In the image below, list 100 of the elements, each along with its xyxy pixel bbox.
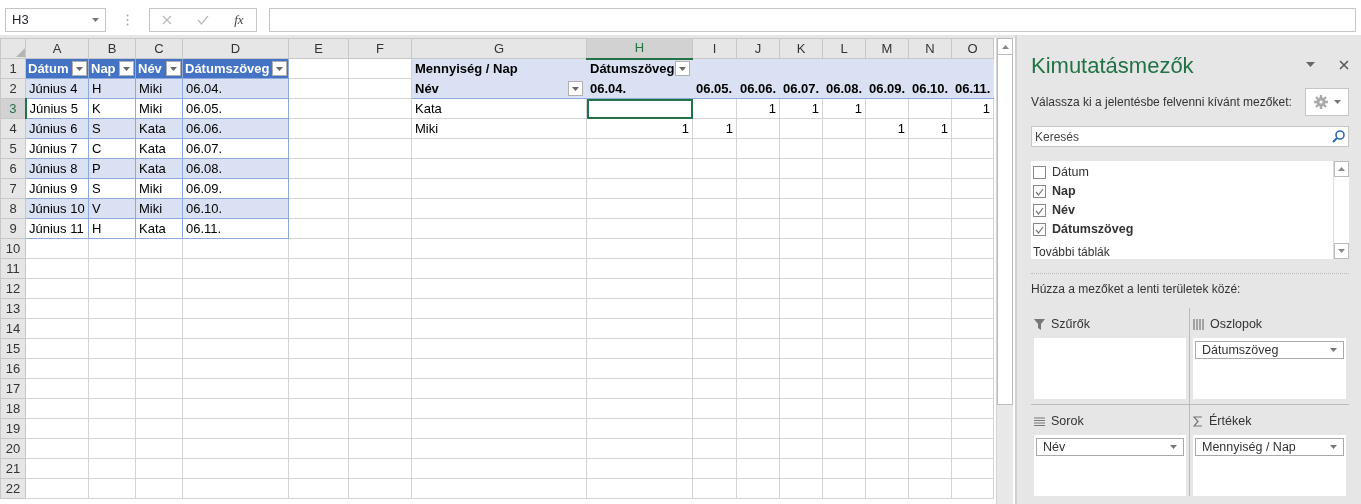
column-header[interactable]: B: [88, 38, 136, 59]
filter-button[interactable]: [674, 61, 690, 77]
search-field[interactable]: Keresés: [1031, 126, 1349, 147]
check-icon: [1035, 225, 1044, 234]
row-header[interactable]: 2: [0, 78, 26, 99]
pivot-value-cell: 1: [692, 118, 737, 139]
column-header[interactable]: J: [736, 38, 780, 59]
column-header[interactable]: F: [348, 38, 412, 59]
table-cell: C: [88, 138, 136, 159]
pivot-value-cell: 1: [822, 98, 866, 119]
check-icon: [1035, 206, 1044, 215]
row-header[interactable]: 19: [0, 418, 26, 439]
pivot-value-cell: 1: [865, 118, 909, 139]
filter-button[interactable]: [119, 61, 134, 76]
caret-icon: [170, 66, 177, 71]
field-dropdown[interactable]: Dátumszöveg: [1195, 341, 1344, 359]
list-scrollbar[interactable]: [1333, 161, 1349, 259]
caret-icon: [572, 86, 579, 91]
column-header[interactable]: N: [908, 38, 952, 59]
drop-area[interactable]: Dátumszöveg: [1193, 338, 1346, 399]
scroll-down-icon[interactable]: [1338, 249, 1345, 253]
column-header[interactable]: I: [692, 38, 737, 59]
column-header[interactable]: O: [951, 38, 994, 59]
table-cell: Június 9: [25, 178, 89, 199]
field-label[interactable]: Dátumszöveg: [1052, 220, 1134, 239]
column-header[interactable]: C: [135, 38, 183, 59]
table-cell: Június 11: [25, 218, 89, 239]
field-dropdown[interactable]: Mennyiség / Nap: [1195, 438, 1344, 456]
rows-icon: [1034, 416, 1045, 426]
close-icon[interactable]: [1339, 59, 1349, 70]
row-header[interactable]: 8: [0, 198, 26, 219]
drop-area[interactable]: Mennyiség / Nap: [1193, 435, 1346, 496]
filter-button[interactable]: [72, 61, 87, 76]
row-header[interactable]: 10: [0, 238, 26, 259]
pivot-value-cell: 1: [908, 118, 952, 139]
column-header[interactable]: E: [288, 38, 349, 59]
settings-button[interactable]: [1305, 88, 1349, 116]
column-header[interactable]: H: [586, 38, 693, 59]
field-label[interactable]: Dátum: [1052, 163, 1089, 182]
pivot-row-label: Miki: [411, 118, 587, 139]
column-header[interactable]: K: [779, 38, 823, 59]
row-header[interactable]: 22: [0, 478, 26, 499]
settings-icon: [1313, 95, 1328, 109]
scroll-up-icon[interactable]: [1338, 167, 1345, 171]
row-header[interactable]: 21: [0, 458, 26, 479]
checkbox[interactable]: [1033, 166, 1046, 179]
name-box[interactable]: H3: [5, 7, 106, 32]
field-label[interactable]: Nap: [1052, 182, 1076, 201]
drop-area[interactable]: Név: [1034, 435, 1186, 496]
checkbox[interactable]: [1033, 204, 1046, 217]
columns-icon: [1193, 318, 1204, 330]
column-header[interactable]: M: [865, 38, 909, 59]
row-header[interactable]: 1: [0, 58, 26, 79]
column-header[interactable]: D: [182, 38, 289, 59]
table-cell: 06.05.: [182, 98, 289, 119]
field-label[interactable]: Név: [1052, 201, 1075, 220]
column-header[interactable]: G: [411, 38, 587, 59]
row-header[interactable]: 11: [0, 258, 26, 279]
vertical-scrollbar[interactable]: [996, 38, 1013, 504]
row-header[interactable]: 15: [0, 338, 26, 359]
pivot-value-cell: 1: [736, 98, 780, 119]
column-header[interactable]: A: [25, 38, 89, 59]
caret-icon: [1170, 445, 1177, 449]
filter-button[interactable]: [272, 61, 287, 76]
row-header[interactable]: 20: [0, 438, 26, 459]
row-header[interactable]: 16: [0, 358, 26, 379]
area-label: Oszlopok: [1210, 315, 1263, 333]
row-header[interactable]: 3: [0, 98, 26, 119]
scroll-up-icon[interactable]: [1001, 44, 1009, 49]
row-header[interactable]: 7: [0, 178, 26, 199]
pivot-row-label: Kata: [411, 98, 587, 119]
row-header[interactable]: 17: [0, 378, 26, 399]
filter-button[interactable]: [568, 81, 583, 96]
pivot-value-cell: 1: [586, 118, 693, 139]
row-header[interactable]: 4: [0, 118, 26, 139]
column-header[interactable]: L: [822, 38, 866, 59]
insert-function-button[interactable]: fx: [234, 9, 244, 30]
sigma-icon: [1193, 415, 1203, 427]
area-label: Sorok: [1051, 412, 1084, 430]
row-header[interactable]: 5: [0, 138, 26, 159]
more-tables-link[interactable]: További táblák: [1033, 243, 1331, 261]
field-dropdown[interactable]: Név: [1036, 438, 1184, 456]
caret-icon: [76, 66, 83, 71]
row-header[interactable]: 13: [0, 298, 26, 319]
table-cell: 06.11.: [182, 218, 289, 239]
row-header[interactable]: 18: [0, 398, 26, 419]
table-cell: S: [88, 178, 136, 199]
header-label: Név: [415, 79, 439, 98]
table-cell: Június 7: [25, 138, 89, 159]
filter-button[interactable]: [166, 61, 181, 76]
row-header[interactable]: 6: [0, 158, 26, 179]
row-header[interactable]: 12: [0, 278, 26, 299]
row-header[interactable]: 9: [0, 218, 26, 239]
checkbox[interactable]: [1033, 223, 1046, 236]
caret-icon[interactable]: [1306, 62, 1315, 67]
active-cell[interactable]: [586, 98, 693, 119]
row-header[interactable]: 14: [0, 318, 26, 339]
checkbox[interactable]: [1033, 185, 1046, 198]
table-cell: K: [88, 98, 136, 119]
formula-input[interactable]: [269, 7, 1356, 32]
